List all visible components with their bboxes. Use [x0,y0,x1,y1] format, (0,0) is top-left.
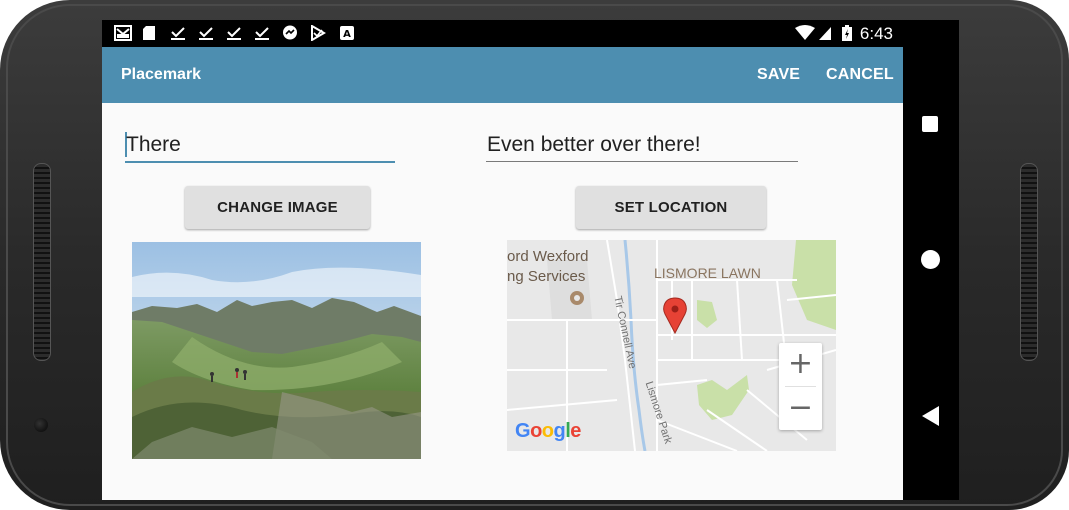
navigation-bar [903,20,959,500]
map-place-label: ng Services [507,268,586,285]
messenger-icon [282,25,298,41]
gmail-icon [114,25,132,41]
description-input[interactable]: Even better over there! [486,131,798,162]
map-zoom-controls: + − [779,343,822,430]
check-icon [170,25,186,41]
placemark-image [132,242,421,459]
status-bar: A 6:43 [102,20,903,47]
location-map[interactable]: ord Wexford ng Services LISMORE LAWN Tir… [507,240,836,451]
left-speaker-grille [33,163,51,361]
svg-text:A: A [343,29,351,40]
app-title: Placemark [121,66,202,83]
check-icon [254,25,270,41]
set-location-button[interactable]: SET LOCATION [576,186,766,229]
cancel-button[interactable]: CANCEL [826,66,894,84]
signal-icon [818,25,832,41]
save-button[interactable]: SAVE [757,66,800,84]
home-icon[interactable] [921,250,940,269]
google-logo: Google [515,420,581,442]
wifi-icon [794,25,816,41]
check-icon [226,25,242,41]
placemark-form: There Even better over there! CHANGE IMA… [102,103,903,500]
sd-card-icon [142,25,156,41]
title-input[interactable]: There [125,131,395,163]
change-image-button[interactable]: CHANGE IMAGE [185,186,370,229]
zoom-out-button[interactable]: − [779,387,822,430]
right-speaker-grille [1020,163,1038,361]
front-camera [34,418,48,432]
phone-frame: A 6:43 Placemark SAVE CANCEL There Even … [0,0,1069,510]
description-input-value: Even better over there! [487,133,701,156]
back-icon[interactable] [922,406,939,426]
title-input-value: There [126,133,181,156]
status-time: 6:43 [859,24,893,43]
map-area-label: LISMORE LAWN [654,265,761,281]
app-bar: Placemark SAVE CANCEL [102,47,903,103]
play-icon [310,24,326,42]
a-icon: A [340,25,354,41]
battery-icon [842,25,852,41]
zoom-in-button[interactable]: + [779,343,822,386]
check-icon [198,25,214,41]
recents-icon[interactable] [922,116,938,132]
map-place-label: ord Wexford [507,248,589,265]
